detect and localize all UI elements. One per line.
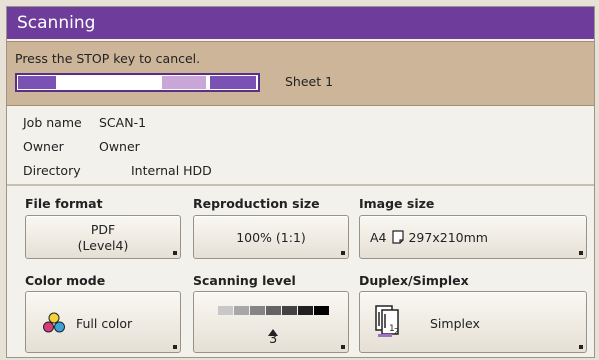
simplex-icon: 1 2 [374, 304, 404, 341]
status-band: Press the STOP key to cancel. Sheet 1 [7, 41, 594, 106]
owner-label: Owner [23, 139, 64, 154]
density-level-segment [298, 306, 313, 315]
owner-row: Owner Owner [23, 139, 140, 154]
job-name-label: Job name [23, 115, 82, 130]
more-options-icon [579, 345, 583, 349]
scanning-screen: Scanning Press the STOP key to cancel. S… [6, 6, 595, 358]
duplex-simplex-button[interactable]: 1 2 Simplex [359, 291, 587, 353]
svg-text:2: 2 [394, 327, 399, 336]
file-format-button[interactable]: PDF (Level4) [25, 215, 181, 259]
duplex-simplex-label: Duplex/Simplex [359, 273, 469, 288]
color-mode-button[interactable]: Full color [25, 291, 181, 353]
more-options-icon [579, 251, 583, 255]
scanning-level-button[interactable]: 3 [193, 291, 349, 353]
density-level-segment [234, 306, 249, 315]
file-format-line1: PDF [90, 222, 116, 237]
density-level-segment [218, 306, 233, 315]
window-title: Scanning [7, 7, 594, 39]
job-name-row: Job name SCAN-1 [23, 115, 146, 130]
image-size-button[interactable]: A4 297x210mm [359, 215, 587, 259]
more-options-icon [341, 345, 345, 349]
progress-segment [57, 76, 161, 89]
more-options-icon [341, 251, 345, 255]
status-message: Press the STOP key to cancel. [15, 51, 201, 66]
progress-segment [18, 76, 56, 89]
color-mode-value: Full color [76, 316, 133, 331]
reproduction-size-label: Reproduction size [193, 196, 320, 211]
density-level-segment [314, 306, 329, 315]
progress-segment [162, 76, 206, 89]
density-level-segment [282, 306, 297, 315]
full-color-icon [42, 312, 66, 337]
sheet-counter: Sheet 1 [285, 74, 334, 89]
reproduction-size-value: 100% (1:1) [236, 230, 306, 245]
duplex-simplex-value: Simplex [430, 316, 480, 331]
directory-value: Internal HDD [131, 163, 212, 178]
density-level-segment [250, 306, 265, 315]
reproduction-size-button[interactable]: 100% (1:1) [193, 215, 349, 259]
image-size-label: Image size [359, 196, 435, 211]
density-level-segment [266, 306, 281, 315]
progress-segment [210, 76, 256, 89]
image-size-row: A4 297x210mm [370, 230, 488, 247]
more-options-icon [173, 345, 177, 349]
directory-label: Directory [23, 163, 81, 178]
density-level-bar [218, 306, 330, 315]
owner-value: Owner [99, 139, 140, 154]
directory-row: Directory Internal HDD [23, 163, 212, 178]
progress-segment [207, 76, 209, 89]
scan-progress-bar [15, 73, 260, 92]
file-format-label: File format [25, 196, 103, 211]
scanning-level-label: Scanning level [193, 273, 296, 288]
paper-size: A4 [370, 230, 387, 245]
more-options-icon [173, 251, 177, 255]
color-mode-label: Color mode [25, 273, 106, 288]
image-dimensions: 297x210mm [408, 230, 488, 245]
landscape-orientation-icon [391, 230, 405, 247]
job-name-value: SCAN-1 [99, 115, 147, 130]
job-info: Job name SCAN-1 Owner Owner Directory Inter… [7, 105, 594, 185]
section-divider [7, 184, 594, 186]
file-format-line2: (Level4) [77, 238, 129, 253]
scanning-level-value: 3 [269, 332, 278, 347]
